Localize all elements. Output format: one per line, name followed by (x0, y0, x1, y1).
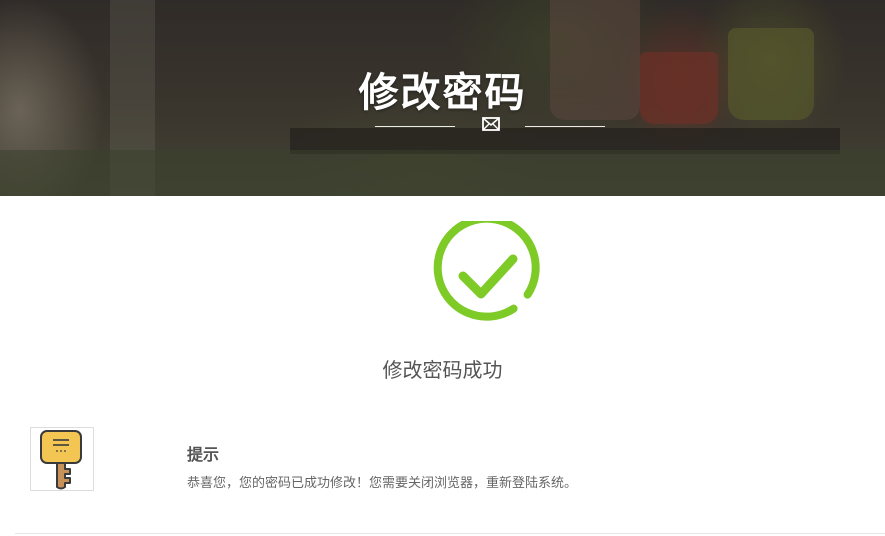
page-title: 修改密码 (358, 70, 527, 116)
title-divider-left (375, 126, 455, 127)
header-banner: 修改密码 (0, 0, 885, 196)
bottom-divider (15, 533, 885, 534)
notice-title: 提示 (187, 445, 220, 464)
success-message: 修改密码成功 (382, 358, 503, 382)
title-divider-right (525, 126, 605, 127)
notice-text: 恭喜您，您的密码已成功修改！您需要关闭浏览器，重新登陆系统。 (187, 476, 578, 491)
key-icon (40, 430, 82, 490)
key-icon-box (30, 427, 94, 491)
success-check-icon (433, 221, 540, 321)
mail-icon (482, 117, 500, 131)
